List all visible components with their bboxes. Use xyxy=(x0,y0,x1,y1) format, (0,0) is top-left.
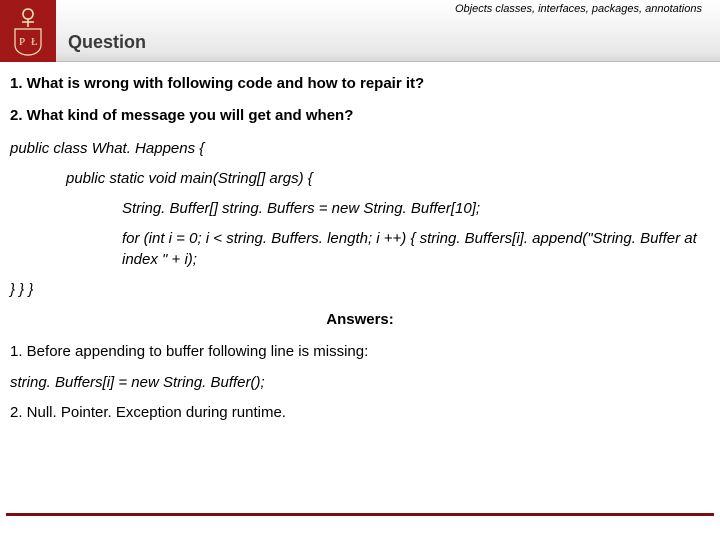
answer-1-code: string. Buffers[i] = new String. Buffer(… xyxy=(10,373,710,393)
crest-icon: P Ł xyxy=(5,5,51,57)
logo: P Ł xyxy=(0,0,56,62)
svg-text:Ł: Ł xyxy=(31,36,38,48)
slide-header: P Ł Question Objects classes, interfaces… xyxy=(0,0,720,62)
svg-text:P: P xyxy=(19,36,25,48)
answers-heading: Answers: xyxy=(10,310,710,330)
code-line-2: public static void main(String[] args) { xyxy=(10,169,710,189)
question-2: 2. What kind of message you will get and… xyxy=(10,106,710,126)
answer-1: 1. Before appending to buffer following … xyxy=(10,342,710,362)
topic-label: Objects classes, interfaces, packages, a… xyxy=(455,3,702,15)
footer-divider xyxy=(6,513,714,516)
code-close: } } } xyxy=(10,280,710,300)
code-line-4: for (int i = 0; i < string. Buffers. len… xyxy=(10,229,710,270)
slide-title: Question xyxy=(68,32,146,53)
question-1: 1. What is wrong with following code and… xyxy=(10,74,710,94)
slide-content: 1. What is wrong with following code and… xyxy=(0,62,720,423)
code-line-1: public class What. Happens { xyxy=(10,139,710,159)
code-line-3: String. Buffer[] string. Buffers = new S… xyxy=(10,199,710,219)
answer-2: 2. Null. Pointer. Exception during runti… xyxy=(10,403,710,423)
